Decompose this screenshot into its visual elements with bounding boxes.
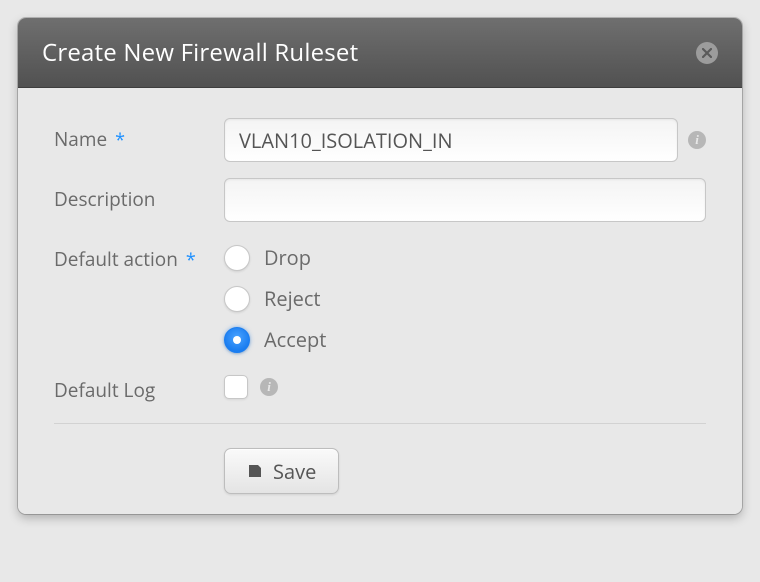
default-action-row: Default action * Drop Reject Accept xyxy=(54,238,706,353)
default-log-label: Default Log xyxy=(54,369,224,403)
radio-label: Drop xyxy=(264,244,311,271)
default-action-label: Default action * xyxy=(54,238,224,272)
default-log-checkbox[interactable] xyxy=(224,375,248,399)
modal-title: Create New Firewall Ruleset xyxy=(42,36,358,69)
save-button[interactable]: Save xyxy=(224,448,339,494)
close-button[interactable] xyxy=(696,42,718,64)
footer-row: Save xyxy=(54,448,706,494)
close-icon xyxy=(702,48,712,58)
default-log-row: Default Log i xyxy=(54,369,706,403)
radio-input[interactable] xyxy=(224,245,250,271)
required-star: * xyxy=(115,128,125,152)
radio-option-drop[interactable]: Drop xyxy=(224,244,326,271)
radio-option-reject[interactable]: Reject xyxy=(224,285,326,312)
info-icon[interactable]: i xyxy=(688,131,706,149)
divider xyxy=(54,423,706,424)
radio-option-accept[interactable]: Accept xyxy=(224,326,326,353)
description-control xyxy=(224,178,706,222)
name-label-text: Name xyxy=(54,126,107,152)
radio-input[interactable] xyxy=(224,327,250,353)
save-icon xyxy=(247,463,263,479)
required-star: * xyxy=(186,248,196,272)
default-action-label-text: Default action xyxy=(54,246,178,272)
default-log-control: i xyxy=(224,369,278,399)
radio-input[interactable] xyxy=(224,286,250,312)
radio-label: Reject xyxy=(264,285,321,312)
modal-header: Create New Firewall Ruleset xyxy=(18,18,742,88)
info-icon[interactable]: i xyxy=(260,378,278,396)
description-input[interactable] xyxy=(224,178,706,222)
footer-spacer xyxy=(54,448,224,494)
description-row: Description xyxy=(54,178,706,222)
radio-label: Accept xyxy=(264,326,326,353)
modal-body: Name * i Description Default action * xyxy=(18,88,742,514)
name-label: Name * xyxy=(54,118,224,152)
save-button-label: Save xyxy=(273,458,316,485)
name-row: Name * i xyxy=(54,118,706,162)
name-input[interactable] xyxy=(224,118,678,162)
modal-dialog: Create New Firewall Ruleset Name * i Des… xyxy=(18,18,742,514)
name-control: i xyxy=(224,118,706,162)
description-label: Description xyxy=(54,178,224,212)
default-action-radio-group: Drop Reject Accept xyxy=(224,238,326,353)
